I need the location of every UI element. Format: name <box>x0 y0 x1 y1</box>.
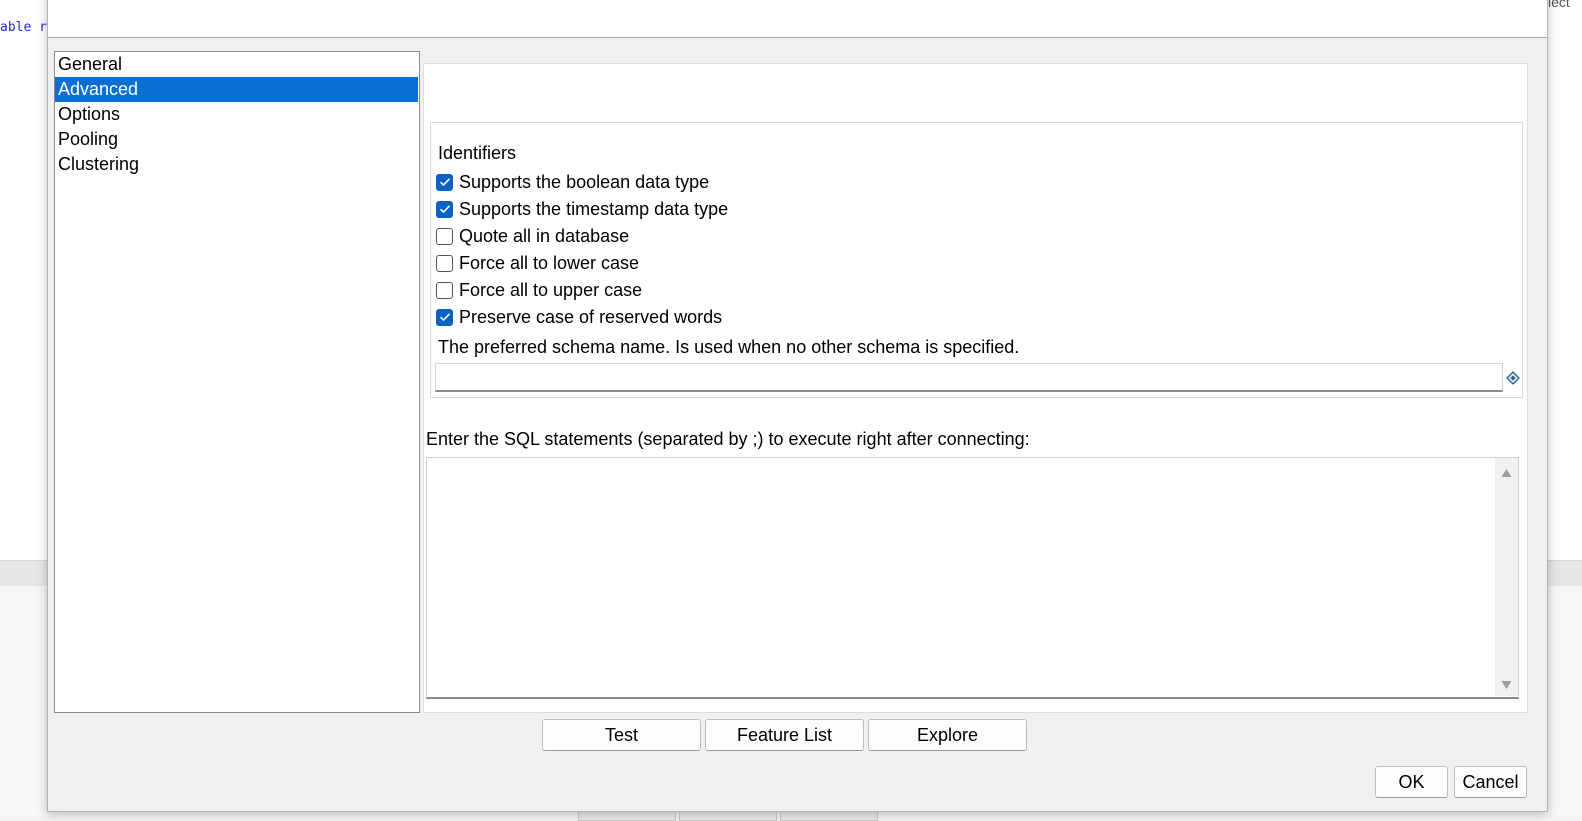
schema-name-input[interactable] <box>435 363 1503 392</box>
schema-name-label: The preferred schema name. Is used when … <box>438 337 1020 357</box>
option-label: Force all to upper case <box>459 279 643 300</box>
cancel-button[interactable]: Cancel <box>1454 766 1527 798</box>
option-boolean-data-type[interactable]: Supports the boolean data type <box>436 171 709 193</box>
option-timestamp-data-type[interactable]: Supports the timestamp data type <box>436 198 728 220</box>
background-right-text: lect <box>1548 0 1570 10</box>
option-label: Preserve case of reserved words <box>459 306 723 327</box>
explore-button[interactable]: Explore <box>868 719 1027 751</box>
triangle-up-icon[interactable] <box>1501 468 1512 478</box>
sql-statements-textarea[interactable] <box>426 457 1519 699</box>
nav-item-options[interactable]: Options <box>55 102 419 127</box>
checkbox[interactable] <box>436 173 453 191</box>
option-label: Force all to lower case <box>459 252 640 273</box>
checkbox[interactable] <box>436 200 453 218</box>
checkmark-icon <box>439 205 450 214</box>
identifiers-group: Identifiers Supports the boolean data ty… <box>430 122 1523 398</box>
option-force-upper-case[interactable]: Force all to upper case <box>436 279 642 301</box>
option-label: Supports the boolean data type <box>459 171 710 192</box>
option-label: Quote all in database <box>459 225 630 246</box>
advanced-settings-panel: Identifiers Supports the boolean data ty… <box>423 63 1528 713</box>
background-code-text: able r <box>0 20 47 35</box>
test-button[interactable]: Test <box>542 719 701 751</box>
identifiers-title: Identifiers <box>438 143 517 163</box>
ok-button[interactable]: OK <box>1375 766 1448 798</box>
connection-settings-dialog: General Advanced Options Pooling Cluster… <box>47 0 1548 812</box>
feature-list-button[interactable]: Feature List <box>705 719 864 751</box>
nav-item-pooling[interactable]: Pooling <box>55 127 419 152</box>
triangle-down-icon[interactable] <box>1501 680 1512 690</box>
checkbox[interactable] <box>436 254 453 272</box>
checkmark-icon <box>439 178 450 187</box>
checkbox[interactable] <box>436 227 453 245</box>
diamond-icon[interactable] <box>1506 371 1520 385</box>
option-label: Supports the timestamp data type <box>459 198 729 219</box>
nav-item-advanced[interactable]: Advanced <box>55 77 418 102</box>
nav-item-general[interactable]: General <box>55 52 419 77</box>
vertical-scrollbar[interactable] <box>1495 458 1518 696</box>
sql-statements-label: Enter the SQL statements (separated by ;… <box>426 429 1030 449</box>
checkmark-icon <box>439 313 450 322</box>
option-quote-all[interactable]: Quote all in database <box>436 225 629 247</box>
option-force-lower-case[interactable]: Force all to lower case <box>436 252 639 274</box>
settings-category-list[interactable]: General Advanced Options Pooling Cluster… <box>54 51 420 713</box>
checkbox[interactable] <box>436 281 453 299</box>
nav-item-clustering[interactable]: Clustering <box>55 152 419 177</box>
option-preserve-reserved-words[interactable]: Preserve case of reserved words <box>436 306 722 328</box>
checkbox[interactable] <box>436 308 453 326</box>
dialog-header <box>48 0 1547 38</box>
